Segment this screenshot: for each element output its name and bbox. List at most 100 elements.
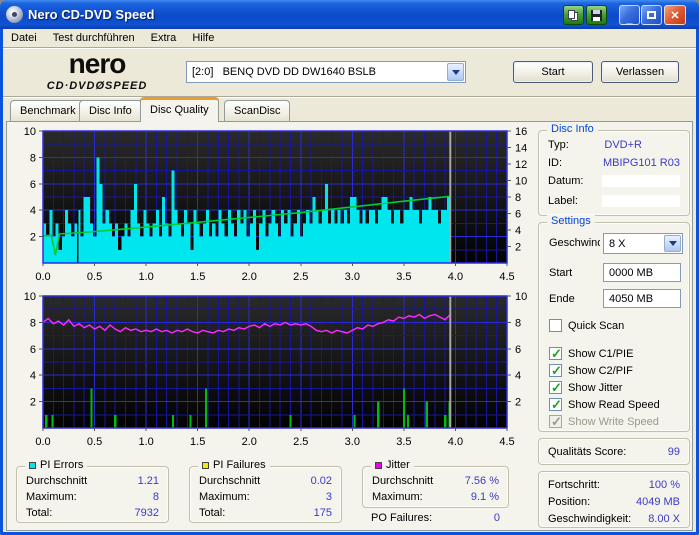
stat-label: Maximum: — [26, 491, 77, 503]
disc-info-label: ID: — [548, 157, 563, 169]
svg-text:4.5: 4.5 — [499, 271, 514, 283]
svg-text:3.0: 3.0 — [345, 271, 360, 283]
disc-quality-tab-panel: 2 4 6 8 10 2 4 6 8 10 12 14 16 0.0 0.5 1.0 1.5 2.0 2.5 3.0 3… — [6, 121, 693, 531]
svg-text:0.5: 0.5 — [87, 436, 102, 448]
svg-text:4.0: 4.0 — [448, 436, 463, 448]
logo-line1: nero — [68, 48, 127, 79]
close-icon: ✕ — [670, 9, 680, 22]
drive-select-value: [2:0] BENQ DVD DD DW1640 BSLB — [192, 66, 377, 78]
position-value: 4049 MB — [635, 496, 680, 508]
menu-datei[interactable]: Datei — [3, 30, 45, 46]
disc-info-box: Disc Info Typ: DVD+R ID: MBIPG101 R03 Datu… — [538, 123, 690, 216]
nero-logo: nero CD·DVDØSPEED — [22, 50, 172, 92]
svg-text:2: 2 — [515, 242, 521, 254]
end-field[interactable] — [603, 289, 681, 308]
start-field[interactable] — [603, 263, 681, 282]
copy-to-clipboard-button[interactable] — [563, 5, 584, 25]
svg-text:4: 4 — [30, 205, 36, 217]
show-write-speed-checkbox — [549, 414, 562, 430]
stat-value: 9.1 % — [470, 491, 499, 503]
pi-errors-swatch — [29, 461, 36, 469]
exit-button[interactable]: Verlassen — [601, 61, 679, 83]
tab-scandisc[interactable]: ScanDisc — [224, 100, 291, 122]
menubar: Datei Test durchführen Extra Hilfe — [3, 29, 696, 47]
svg-text:4.5: 4.5 — [499, 436, 514, 448]
quick-scan-checkbox[interactable] — [549, 319, 562, 332]
disc-info-label: Datum: — [548, 175, 584, 187]
settings-box: Settings Geschwindigkeit 8 X Start Ende … — [538, 215, 690, 432]
disc-label-value-blank — [602, 195, 680, 207]
disc-info-label: Label: — [548, 195, 578, 207]
stat-label: Durchschnitt — [26, 475, 88, 487]
tab-disc-info[interactable]: Disc Info — [79, 100, 142, 122]
show-read-speed-checkbox[interactable] — [549, 397, 562, 413]
tab-benchmark[interactable]: Benchmark — [10, 100, 86, 122]
maximize-icon — [647, 11, 656, 19]
speed-status-value: 8.00 X — [648, 513, 680, 525]
stat-label: Durchschnitt — [199, 475, 261, 487]
svg-text:10: 10 — [24, 292, 36, 303]
show-read-speed-checkbox-row[interactable]: Show Read Speed — [549, 397, 660, 413]
stat-label: Total: — [26, 507, 53, 519]
menu-extra[interactable]: Extra — [143, 30, 185, 46]
po-failures-row: PO Failures: 0 — [362, 512, 509, 525]
svg-text:10: 10 — [515, 176, 527, 188]
svg-text:3.5: 3.5 — [396, 436, 411, 448]
pi-errors-stats-box: PI Errors Durchschnitt 1.21 Maximum: 8 Tot… — [16, 459, 169, 523]
settings-title: Settings — [547, 215, 595, 227]
show-c1-pie-checkbox-row[interactable]: Show C1/PIE — [549, 346, 633, 362]
svg-text:10: 10 — [24, 127, 36, 138]
svg-text:8: 8 — [30, 317, 36, 329]
start-button[interactable]: Start — [513, 61, 593, 83]
drive-select-dropdown-button[interactable] — [447, 63, 464, 81]
svg-text:2: 2 — [30, 397, 36, 409]
save-button[interactable] — [586, 5, 607, 25]
svg-text:8: 8 — [515, 192, 521, 204]
stat-value: 7932 — [134, 507, 159, 519]
svg-text:2.0: 2.0 — [242, 271, 257, 283]
pi-errors-stats-title: PI Errors — [25, 459, 88, 471]
speed-select-dropdown-button[interactable] — [664, 235, 681, 252]
stat-value: 175 — [313, 507, 332, 519]
maximize-button[interactable] — [641, 5, 662, 25]
menu-hilfe[interactable]: Hilfe — [184, 30, 222, 46]
svg-text:8: 8 — [30, 152, 36, 164]
quick-scan-checkbox-row[interactable]: Quick Scan — [549, 319, 624, 332]
pi-failures-stats-title: PI Failures — [198, 459, 270, 471]
svg-text:6: 6 — [30, 344, 36, 356]
pi-failures-swatch — [202, 461, 209, 469]
app-window: Nero CD-DVD Speed _ ✕ Datei Test durchfü… — [0, 0, 699, 535]
show-read-speed-label: Show Read Speed — [568, 398, 660, 411]
chevron-down-icon — [451, 69, 460, 75]
disc-type-value: DVD+R — [604, 139, 642, 151]
svg-text:2: 2 — [515, 397, 521, 409]
tab-disc-quality[interactable]: Disc Quality — [140, 97, 219, 122]
minimize-button[interactable]: _ — [619, 5, 640, 25]
separator — [3, 96, 696, 98]
show-jitter-checkbox-row[interactable]: Show Jitter — [549, 380, 622, 396]
show-c2-pif-checkbox-row[interactable]: Show C2/PIF — [549, 363, 633, 379]
start-field-label: Start — [549, 267, 573, 279]
svg-text:16: 16 — [515, 127, 527, 138]
show-c1-pie-checkbox[interactable] — [549, 346, 562, 362]
show-c2-pif-label: Show C2/PIF — [568, 364, 633, 377]
menu-test-durchfuehren[interactable]: Test durchführen — [45, 30, 143, 46]
show-c2-pif-checkbox[interactable] — [549, 363, 562, 379]
svg-text:0.0: 0.0 — [35, 271, 50, 283]
svg-text:4: 4 — [515, 370, 521, 382]
copy-icon — [568, 9, 579, 21]
show-jitter-checkbox[interactable] — [549, 380, 562, 396]
po-failures-label: PO Failures: — [371, 512, 433, 524]
svg-text:3.0: 3.0 — [345, 436, 360, 448]
svg-text:4.0: 4.0 — [448, 271, 463, 283]
svg-text:14: 14 — [515, 143, 527, 155]
svg-text:4: 4 — [515, 225, 521, 237]
svg-text:6: 6 — [30, 179, 36, 191]
stat-value: 0.02 — [310, 475, 332, 487]
drive-select[interactable]: [2:0] BENQ DVD DD DW1640 BSLB — [186, 61, 466, 83]
svg-text:0.0: 0.0 — [35, 436, 50, 448]
stat-label: Maximum: — [372, 491, 423, 503]
close-button[interactable]: ✕ — [664, 5, 686, 25]
minimize-icon: _ — [626, 13, 633, 25]
speed-select[interactable]: 8 X — [603, 233, 683, 254]
